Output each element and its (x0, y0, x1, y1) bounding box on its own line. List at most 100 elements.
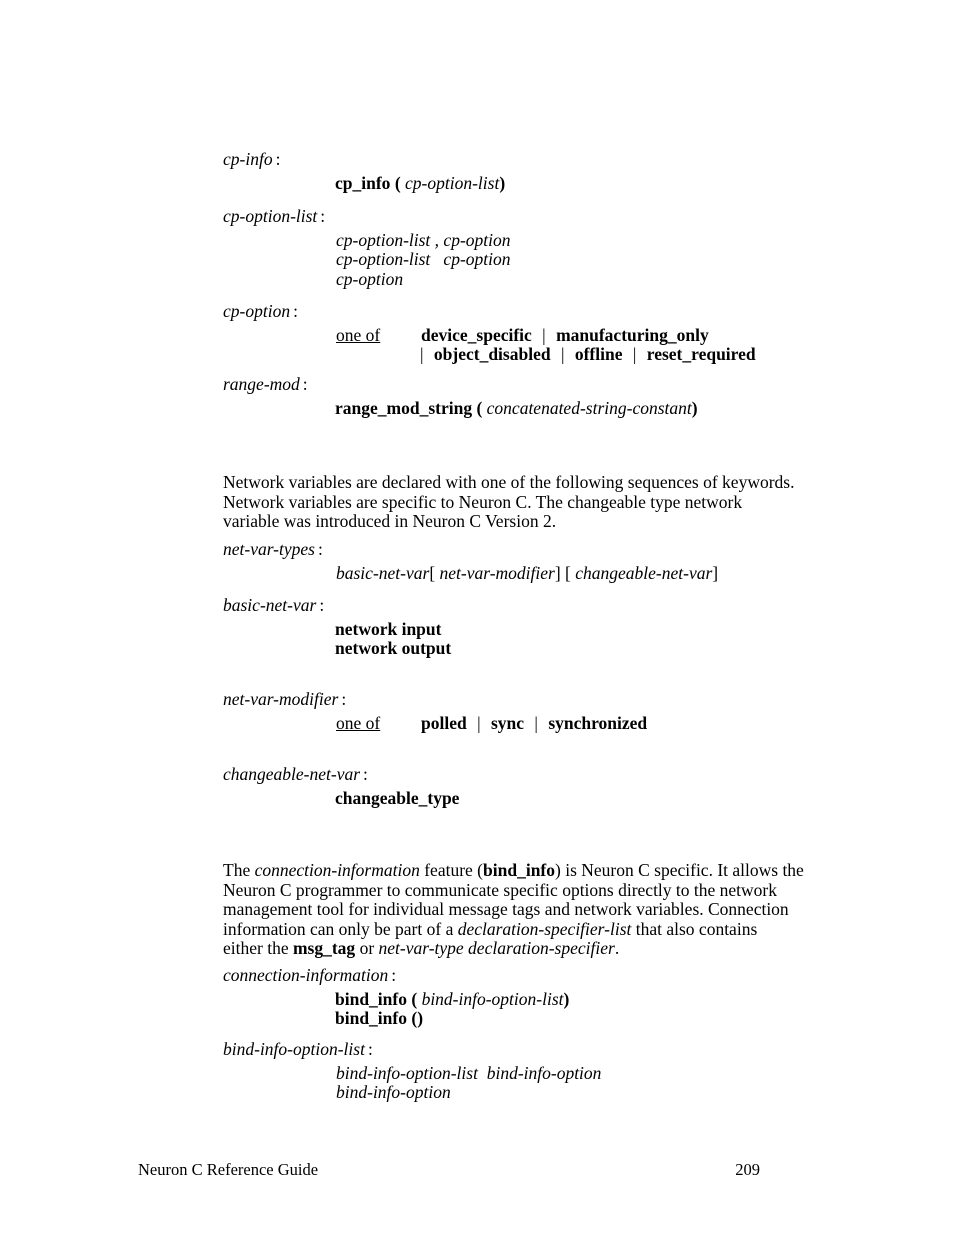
nonterminal-ref: declaration-specifier-list (457, 918, 632, 939)
paren-close: ) (691, 397, 698, 418)
paren-close: ) (499, 172, 506, 193)
paren-close: ) (417, 1008, 424, 1028)
nonterminal-ref: basic-net-var (336, 562, 430, 583)
production-line: bind-info-option (336, 1082, 601, 1103)
production-head: net-var-modifier: (223, 689, 647, 710)
production-basic-net-var: basic-net-var: network input network out… (223, 595, 452, 659)
paragraph-line: management tool for individual message t… (223, 899, 789, 920)
colon: : (275, 149, 281, 169)
terminal-keyword: network input (335, 618, 442, 639)
terminal-keyword: polled (421, 712, 467, 733)
production-line: basic-net-var[ net-var-modifier] [ chang… (336, 562, 718, 584)
production-body: bind-info-option-list bind-info-option b… (336, 1062, 602, 1103)
terminal-keyword: bind_info (335, 988, 407, 1009)
nonterminal-name: cp-option (223, 301, 291, 321)
production-line: range_mod_string ( concatenated-string-c… (335, 397, 698, 419)
alternation-bar: | (477, 712, 481, 733)
nonterminal-name: range-mod (223, 374, 300, 394)
paren-close: ) (563, 988, 570, 1009)
paragraph-line: either the msg_tag or net-var-type decla… (223, 939, 843, 959)
terminal-keyword: reset_required (646, 344, 756, 364)
colon: : (367, 1039, 373, 1059)
nonterminal-ref: cp-option (443, 249, 511, 269)
terminal-keyword: msg_tag (292, 938, 356, 959)
nonterminal-ref: cp-option-list (336, 249, 431, 269)
terminal-keyword: bind_info (483, 860, 555, 880)
paragraph-line: Neuron C programmer to communicate speci… (223, 879, 778, 900)
terminal-keyword: device_specific (421, 324, 532, 345)
production-net-var-modifier: net-var-modifier: one of polled | sync |… (223, 689, 648, 734)
text-run: that also contains (631, 918, 758, 939)
terminal-keyword: sync (490, 712, 525, 733)
one-of-label: one of (336, 713, 421, 734)
paragraph-line: The connection-information feature (bind… (223, 860, 843, 881)
paragraph-line: Network variables are specific to Neuron… (223, 491, 743, 512)
colon: : (320, 206, 326, 226)
production-line: cp-option-list , cp-option (336, 229, 511, 251)
paragraph-connection-information: The connection-information feature (bind… (223, 860, 843, 959)
nonterminal-ref: cp-option (336, 268, 404, 289)
nonterminal-ref: bind-info-option (336, 1082, 451, 1102)
nonterminal-name: net-var-modifier (223, 689, 339, 709)
production-head: connection-information: (223, 965, 569, 986)
document-page: cp-info: cp_info ( cp-option-list) cp-op… (0, 0, 954, 1235)
colon: : (363, 764, 368, 784)
production-body: bind_info ( bind-info-option-list) bind_… (335, 988, 570, 1029)
paragraph-line: variable was introduced in Neuron C Vers… (223, 511, 557, 532)
terminal-keyword: offline (574, 344, 623, 364)
terminal-keyword: synchronized (548, 712, 648, 733)
paragraph-network-variables: Network variables are declared with one … (223, 472, 863, 532)
colon: : (341, 689, 347, 709)
production-cp-option-list: cp-option-list: cp-option-list , cp-opti… (223, 206, 511, 290)
production-head: range-mod: (223, 374, 698, 395)
nonterminal-ref: concatenated-string-constant (486, 397, 692, 418)
one-of-row: one of device_specific | manufacturing_o… (336, 324, 756, 365)
alternation-bar: | (420, 344, 424, 364)
production-head: cp-info: (223, 149, 505, 170)
one-of-label: one of (336, 324, 421, 346)
footer-title: Neuron C Reference Guide (138, 1160, 319, 1179)
nonterminal-name: cp-option-list (223, 206, 318, 226)
nonterminal-ref: connection-information (254, 860, 420, 880)
production-body: range_mod_string ( concatenated-string-c… (335, 397, 698, 419)
production-head: cp-option-list: (223, 206, 511, 227)
alternatives-line: | object_disabled | offline | reset_requ… (418, 344, 756, 365)
alternation-bar: | (542, 324, 546, 345)
production-changeable-net-var: changeable-net-var: changeable_type (223, 764, 459, 808)
paragraph-line: information can only be part of a declar… (223, 918, 843, 940)
colon: : (317, 539, 323, 559)
production-body: basic-net-var[ net-var-modifier] [ chang… (336, 562, 718, 584)
production-head: changeable-net-var: (223, 764, 459, 785)
production-line: cp-option-list cp-option (336, 249, 511, 270)
nonterminal-ref: net-var-type declaration-specifier (378, 938, 615, 959)
text-run: The (223, 860, 255, 880)
production-head: bind-info-option-list: (223, 1039, 601, 1060)
production-body: network input network output (335, 618, 452, 659)
nonterminal-ref: cp-option (443, 229, 511, 250)
terminal-keyword: range_mod_string (335, 397, 473, 418)
terminal-keyword: network output (335, 638, 452, 658)
alternatives-line: polled | sync | synchronized (421, 712, 648, 734)
text-run: ) is Neuron C specific. It allows the (555, 860, 804, 880)
text-run: or (355, 938, 379, 959)
one-of-text: one of (336, 324, 381, 345)
alternatives-list: device_specific | manufacturing_only | o… (418, 324, 756, 365)
production-connection-information: connection-information: bind_info ( bind… (223, 965, 570, 1029)
production-range-mod: range-mod: range_mod_string ( concatenat… (223, 374, 698, 419)
production-line: bind_info ( bind-info-option-list) (335, 988, 570, 1010)
production-bind-info-option-list: bind-info-option-list: bind-info-option-… (223, 1039, 602, 1103)
production-body: cp-option-list , cp-option cp-option-lis… (336, 229, 511, 290)
alternatives-line: device_specific | manufacturing_only (421, 324, 756, 346)
footer-page-number: 209 (735, 1160, 760, 1179)
text-run: either the (223, 938, 293, 959)
text-run: information can only be part of a (223, 918, 458, 939)
production-cp-info: cp-info: cp_info ( cp-option-list) (223, 149, 506, 193)
production-head: basic-net-var: (223, 595, 451, 616)
nonterminal-ref: bind-info-option (486, 1062, 602, 1083)
page-footer: Neuron C Reference Guide 209 (138, 1160, 778, 1180)
nonterminal-name: basic-net-var (223, 595, 317, 615)
nonterminal-ref: bind-info-option-list (336, 1062, 478, 1083)
production-head: net-var-types: (223, 539, 718, 560)
colon: : (293, 301, 298, 321)
production-head: cp-option: (223, 301, 756, 322)
